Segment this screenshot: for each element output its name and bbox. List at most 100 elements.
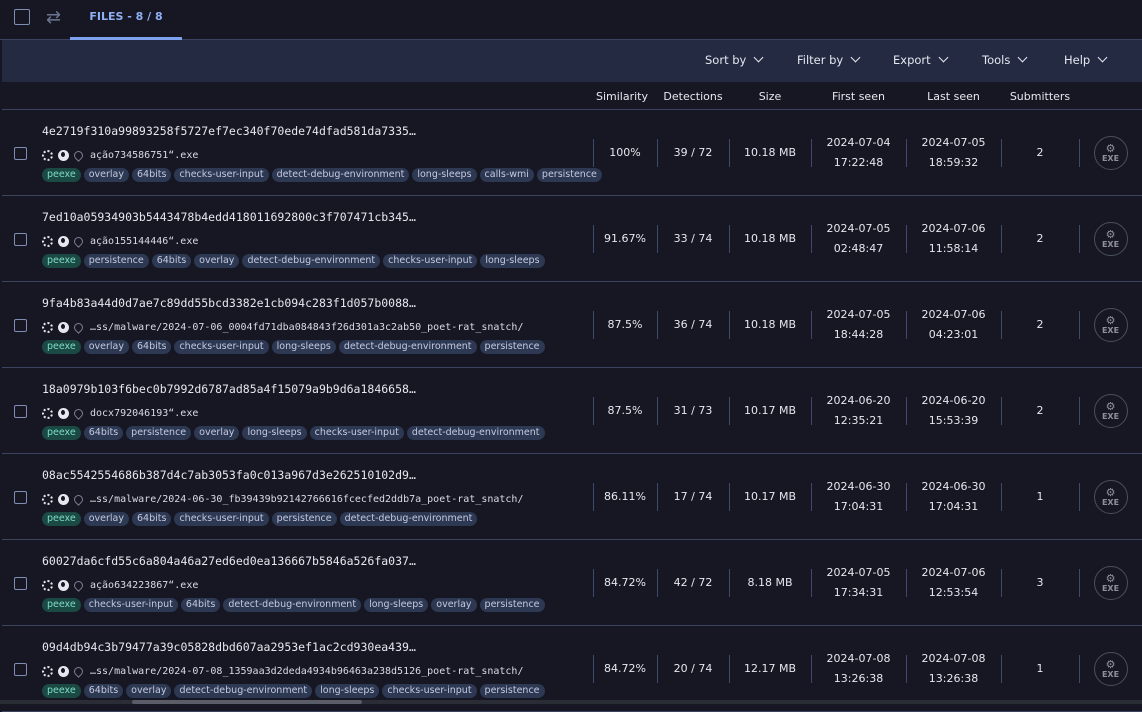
tag[interactable]: long-sleeps: [412, 168, 477, 182]
tag[interactable]: peexe: [42, 340, 81, 354]
tag[interactable]: detect-debug-environment: [406, 426, 545, 440]
file-type-label: EXE: [1101, 412, 1120, 421]
tag[interactable]: 64bits: [132, 168, 172, 182]
column-detections[interactable]: Detections: [657, 90, 729, 103]
tag[interactable]: long-sleeps: [480, 254, 545, 268]
tag[interactable]: overlay: [126, 684, 172, 698]
file-hash-link[interactable]: 60027da6cfd55c6a804a46a27ed6ed0ea136667b…: [42, 554, 416, 568]
tab-files[interactable]: FILES - 8 / 8: [70, 0, 182, 40]
tag[interactable]: 64bits: [180, 598, 221, 612]
table-row[interactable]: 60027da6cfd55c6a804a46a27ed6ed0ea136667b…: [2, 540, 1142, 626]
select-all-checkbox[interactable]: [14, 9, 30, 25]
gears-icon: ⚙: [1105, 400, 1116, 413]
tag[interactable]: 64bits: [151, 254, 192, 268]
table-row[interactable]: 4e2719f310a99893258f5727ef7ec340f70ede74…: [2, 110, 1142, 196]
sandbox-icon: [42, 149, 53, 161]
tag[interactable]: overlay: [194, 426, 240, 440]
tag[interactable]: checks-user-input: [174, 512, 269, 526]
tag[interactable]: persistence: [479, 684, 545, 698]
tag[interactable]: peexe: [42, 254, 81, 268]
tag[interactable]: overlay: [83, 340, 130, 354]
tag[interactable]: peexe: [42, 684, 81, 698]
file-hash-link[interactable]: 08ac5542554686b387d4c7ab3053fa0c013a967d…: [42, 468, 416, 482]
tag[interactable]: checks-user-input: [383, 254, 478, 268]
tag[interactable]: long-sleeps: [315, 684, 380, 698]
tag[interactable]: detect-debug-environment: [174, 684, 313, 698]
tag[interactable]: 64bits: [83, 426, 124, 440]
file-hash-link[interactable]: 4e2719f310a99893258f5727ef7ec340f70ede74…: [42, 124, 416, 138]
help-button[interactable]: Help: [1064, 40, 1108, 82]
column-similarity[interactable]: Similarity: [590, 90, 654, 103]
exe-file-icon[interactable]: ⚙ EXE: [1093, 222, 1128, 256]
export-button[interactable]: Export: [893, 40, 949, 82]
exe-file-icon[interactable]: ⚙ EXE: [1093, 136, 1128, 170]
filter-by-button[interactable]: Filter by: [797, 40, 861, 82]
table-row[interactable]: 9fa4b83a44d0d7ae7c89dd55bcd3382e1cb094c2…: [2, 282, 1142, 368]
file-hash-link[interactable]: 09d4db94c3b79477a39c05828dbd607aa2953ef1…: [42, 640, 416, 654]
file-hash-link[interactable]: 7ed10a05934903b5443478b4edd418011692800c…: [42, 210, 416, 224]
row-checkbox[interactable]: [14, 663, 27, 676]
tag[interactable]: persistence: [479, 598, 545, 612]
globe-icon: [58, 665, 69, 677]
tag[interactable]: detect-debug-environment: [223, 598, 362, 612]
row-checkbox[interactable]: [14, 491, 27, 504]
table-row[interactable]: 08ac5542554686b387d4c7ab3053fa0c013a967d…: [2, 454, 1142, 540]
tag[interactable]: detect-debug-environment: [338, 340, 477, 354]
tag[interactable]: 64bits: [132, 512, 172, 526]
sandbox-icon: [42, 493, 53, 505]
tag[interactable]: overlay: [83, 512, 130, 526]
column-size[interactable]: Size: [729, 90, 811, 103]
scrollbar-thumb[interactable]: [132, 700, 362, 704]
sort-by-button[interactable]: Sort by: [705, 40, 764, 82]
exe-file-icon[interactable]: ⚙ EXE: [1093, 480, 1128, 514]
column-submitters[interactable]: Submitters: [1001, 90, 1079, 103]
tag[interactable]: long-sleeps: [242, 426, 307, 440]
tag[interactable]: detect-debug-environment: [271, 168, 410, 182]
last-seen-value-part: 2024-07-06: [921, 308, 986, 321]
swap-icon[interactable]: ⇄: [46, 7, 61, 28]
tag[interactable]: persistence: [126, 426, 192, 440]
tag[interactable]: checks-user-input: [174, 168, 269, 182]
tools-button[interactable]: Tools: [982, 40, 1028, 82]
exe-file-icon[interactable]: ⚙ EXE: [1093, 394, 1128, 428]
size-value: 10.18 MB: [729, 196, 811, 282]
tag[interactable]: 64bits: [132, 340, 172, 354]
detections-value-part: 39 / 72: [673, 146, 713, 159]
exe-file-icon[interactable]: ⚙ EXE: [1093, 308, 1128, 342]
row-checkbox[interactable]: [14, 405, 27, 418]
tag[interactable]: checks-user-input: [309, 426, 404, 440]
table-row[interactable]: 18a0979b103f6bec0b7992d6787ad85a4f15079a…: [2, 368, 1142, 454]
tag[interactable]: checks-user-input: [83, 598, 178, 612]
exe-file-icon[interactable]: ⚙ EXE: [1093, 652, 1128, 686]
row-checkbox[interactable]: [14, 147, 27, 160]
table-row[interactable]: 7ed10a05934903b5443478b4edd418011692800c…: [2, 196, 1142, 282]
tag[interactable]: persistence: [83, 254, 149, 268]
horizontal-scrollbar[interactable]: [0, 700, 1142, 704]
tag[interactable]: checks-user-input: [382, 684, 477, 698]
tag[interactable]: detect-debug-environment: [339, 512, 478, 526]
exe-file-icon[interactable]: ⚙ EXE: [1093, 566, 1128, 600]
row-checkbox[interactable]: [14, 319, 27, 332]
size-value-part: 10.18 MB: [743, 232, 797, 245]
column-last-seen[interactable]: Last seen: [906, 90, 1001, 103]
file-hash-link[interactable]: 18a0979b103f6bec0b7992d6787ad85a4f15079a…: [42, 382, 416, 396]
tag[interactable]: checks-user-input: [174, 340, 269, 354]
tag[interactable]: peexe: [42, 426, 81, 440]
tag[interactable]: persistence: [271, 512, 337, 526]
tag[interactable]: peexe: [42, 512, 81, 526]
tag[interactable]: 64bits: [83, 684, 124, 698]
tag[interactable]: peexe: [42, 168, 81, 182]
file-hash-link[interactable]: 9fa4b83a44d0d7ae7c89dd55bcd3382e1cb094c2…: [42, 296, 416, 310]
tag[interactable]: overlay: [194, 254, 240, 268]
row-checkbox[interactable]: [14, 233, 27, 246]
tag[interactable]: long-sleeps: [271, 340, 336, 354]
tag[interactable]: overlay: [431, 598, 477, 612]
tag[interactable]: overlay: [83, 168, 130, 182]
tag[interactable]: persistence: [479, 340, 545, 354]
tag[interactable]: peexe: [42, 598, 81, 612]
tag[interactable]: long-sleeps: [364, 598, 429, 612]
tag[interactable]: calls-wmi: [479, 168, 534, 182]
row-checkbox[interactable]: [14, 577, 27, 590]
column-first-seen[interactable]: First seen: [811, 90, 906, 103]
tag[interactable]: detect-debug-environment: [242, 254, 381, 268]
